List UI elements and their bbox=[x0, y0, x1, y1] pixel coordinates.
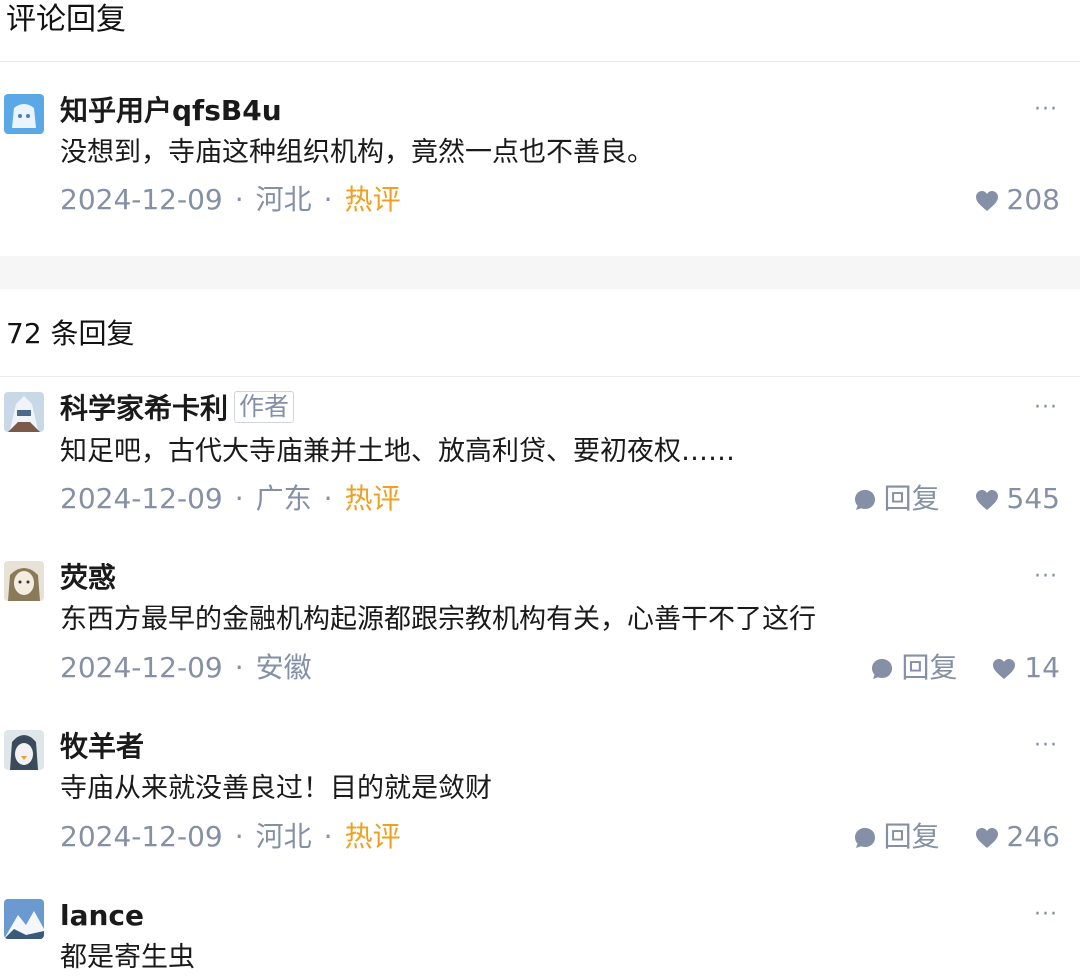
comment-date: 2024-12-09 bbox=[60, 820, 223, 853]
comment-meta: 2024-12-09 · 河北 · 热评 bbox=[60, 817, 401, 857]
comment-author[interactable]: 科学家希卡利 作者 bbox=[60, 390, 295, 428]
avatar[interactable] bbox=[4, 561, 44, 601]
comment-content: 东西方最早的金融机构起源都跟宗教机构有关，心善干不了这行 bbox=[60, 604, 816, 635]
avatar[interactable] bbox=[4, 730, 44, 770]
reply-button[interactable]: 回复 bbox=[854, 817, 940, 857]
meta-separator: · bbox=[234, 820, 244, 853]
section-gap bbox=[0, 256, 1080, 289]
comment-meta: 2024-12-09 · 广东 · 热评 bbox=[60, 479, 401, 519]
avatar-image bbox=[4, 561, 44, 601]
like-count: 545 bbox=[1006, 482, 1060, 515]
comment-location: 河北 bbox=[255, 820, 312, 853]
comment-author[interactable]: 牧羊者 bbox=[60, 728, 144, 766]
heart-icon bbox=[975, 191, 998, 211]
reply-label: 回复 bbox=[901, 651, 958, 684]
comment-author[interactable]: 荧惑 bbox=[60, 559, 116, 597]
comment-author[interactable]: lance bbox=[60, 897, 144, 935]
comment-location: 广东 bbox=[255, 482, 312, 515]
more-dots-icon[interactable]: ··· bbox=[1034, 904, 1058, 926]
more-dots-icon[interactable]: ··· bbox=[1034, 99, 1058, 121]
like-button[interactable]: 246 bbox=[975, 817, 1060, 857]
heart-icon bbox=[975, 828, 998, 848]
comment-author[interactable]: 知乎用户qfsB4u bbox=[60, 92, 282, 130]
page-title: 评论回复 bbox=[6, 2, 126, 37]
more-dots-icon[interactable]: ··· bbox=[1034, 397, 1058, 419]
avatar[interactable] bbox=[4, 94, 44, 134]
meta-separator: · bbox=[234, 651, 244, 684]
comment-actions: 回复 14 bbox=[845, 648, 1060, 688]
comment-content: 寺庙从来就没善良过！目的就是敛财 bbox=[60, 773, 492, 804]
comment-actions: 回复 545 bbox=[828, 479, 1060, 519]
meta-separator: · bbox=[323, 482, 333, 515]
reply-label: 回复 bbox=[883, 820, 940, 853]
comment-meta: 2024-12-09 · 安徽 bbox=[60, 648, 312, 688]
hot-badge: 热评 bbox=[344, 820, 401, 853]
like-count: 208 bbox=[1006, 183, 1060, 216]
like-count: 14 bbox=[1024, 651, 1060, 684]
comment-content: 没想到，寺庙这种组织机构，竟然一点也不善良。 bbox=[60, 137, 654, 168]
comment-meta: 2024-12-09 · 河北 · 热评 bbox=[60, 180, 401, 220]
like-count: 246 bbox=[1006, 820, 1060, 853]
comment-actions: 回复 246 bbox=[828, 817, 1060, 857]
comment-actions: 208 bbox=[949, 180, 1060, 220]
avatar-image bbox=[4, 730, 44, 770]
comment-location: 安徽 bbox=[255, 651, 312, 684]
comment-content: 都是寄生虫 bbox=[60, 942, 195, 973]
like-button[interactable]: 545 bbox=[975, 479, 1060, 519]
avatar[interactable] bbox=[4, 392, 44, 432]
header-divider bbox=[0, 61, 1080, 62]
comment-bubble-icon bbox=[872, 659, 893, 679]
reply-button[interactable]: 回复 bbox=[871, 648, 957, 688]
avatar-image bbox=[4, 899, 44, 939]
like-button[interactable]: 14 bbox=[992, 648, 1060, 688]
more-dots-icon[interactable]: ··· bbox=[1034, 735, 1058, 757]
replies-count-title: 72 条回复 bbox=[6, 317, 135, 350]
comment-date: 2024-12-09 bbox=[60, 651, 223, 684]
like-button[interactable]: 208 bbox=[975, 180, 1060, 220]
avatar[interactable] bbox=[4, 899, 44, 939]
comment-date: 2024-12-09 bbox=[60, 482, 223, 515]
avatar-image bbox=[4, 392, 44, 432]
heart-icon bbox=[993, 659, 1016, 679]
hot-badge: 热评 bbox=[344, 482, 401, 515]
comment-bubble-icon bbox=[854, 828, 875, 848]
meta-separator: · bbox=[234, 183, 244, 216]
comment-date: 2024-12-09 bbox=[60, 183, 223, 216]
meta-separator: · bbox=[323, 820, 333, 853]
heart-icon bbox=[975, 490, 998, 510]
meta-separator: · bbox=[323, 183, 333, 216]
author-badge: 作者 bbox=[234, 391, 295, 423]
more-dots-icon[interactable]: ··· bbox=[1034, 566, 1058, 588]
avatar-image bbox=[4, 94, 44, 134]
reply-label: 回复 bbox=[883, 482, 940, 515]
author-name: 科学家希卡利 bbox=[60, 392, 229, 425]
reply-button[interactable]: 回复 bbox=[854, 479, 940, 519]
comment-location: 河北 bbox=[255, 183, 312, 216]
meta-separator: · bbox=[234, 482, 244, 515]
hot-badge: 热评 bbox=[344, 183, 401, 216]
comment-content: 知足吧，古代大寺庙兼并土地、放高利贷、要初夜权…… bbox=[60, 436, 735, 467]
replies-divider bbox=[0, 376, 1080, 377]
comment-bubble-icon bbox=[854, 490, 875, 510]
